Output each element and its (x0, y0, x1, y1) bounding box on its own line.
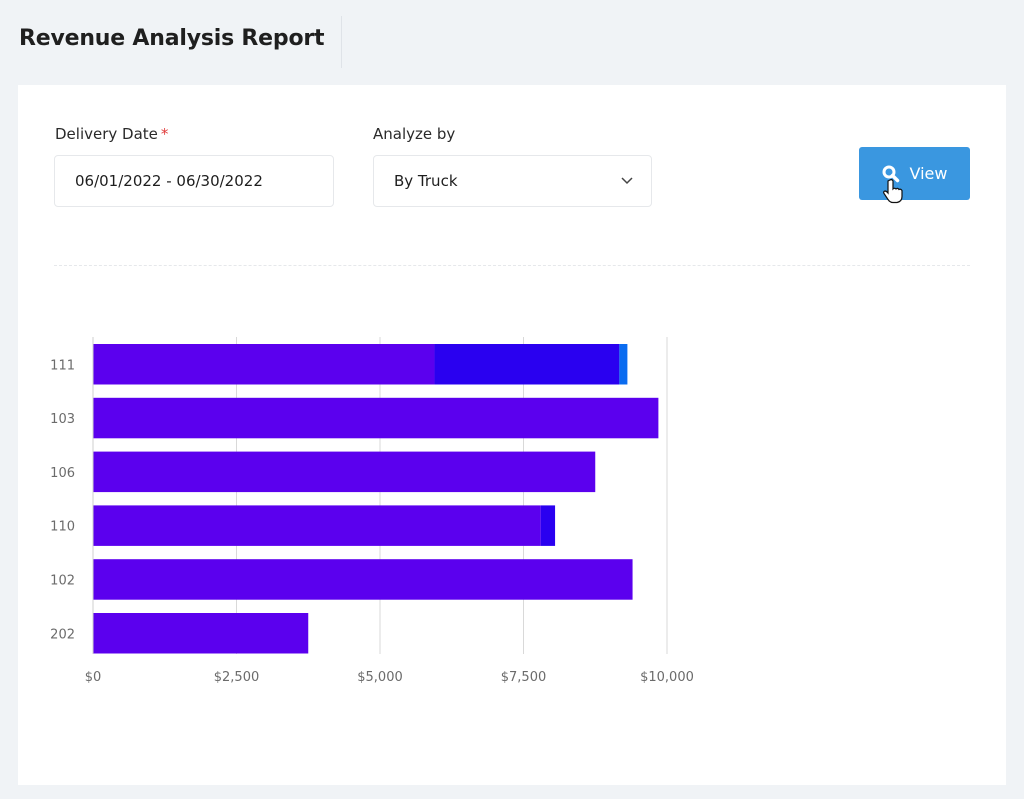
x-tick-label: $5,000 (357, 670, 403, 685)
y-tick-label: 106 (50, 466, 75, 481)
x-tick-label: $10,000 (640, 670, 694, 685)
report-card: Delivery Date * 06/01/2022 - 06/30/2022 A… (18, 85, 1006, 785)
bar-segment (540, 505, 556, 546)
title-divider (341, 16, 342, 68)
y-tick-label: 110 (50, 520, 75, 535)
y-tick-label: 111 (50, 358, 75, 373)
y-tick-label: 202 (50, 627, 75, 642)
x-tick-label: $7,500 (501, 670, 547, 685)
revenue-chart: 111 103 106 110 102 202 $0 $2,500 $5,000 $7,500 $1… (50, 337, 694, 685)
page-title: Revenue Analysis Report (19, 26, 325, 51)
bar-segment (93, 613, 309, 654)
bar-segment (434, 344, 620, 385)
bar-segment (619, 344, 628, 385)
x-tick-label: $0 (85, 670, 102, 685)
bar-segment (93, 505, 541, 546)
bar-segment (93, 397, 659, 439)
y-tick-label: 102 (50, 573, 75, 588)
y-tick-label: 103 (50, 412, 75, 427)
top-bar: Revenue Analysis Report (0, 0, 1024, 84)
bar-segment (93, 451, 596, 493)
bar-segment (93, 344, 435, 385)
x-tick-label: $2,500 (214, 670, 260, 685)
bar-segment (93, 559, 633, 600)
